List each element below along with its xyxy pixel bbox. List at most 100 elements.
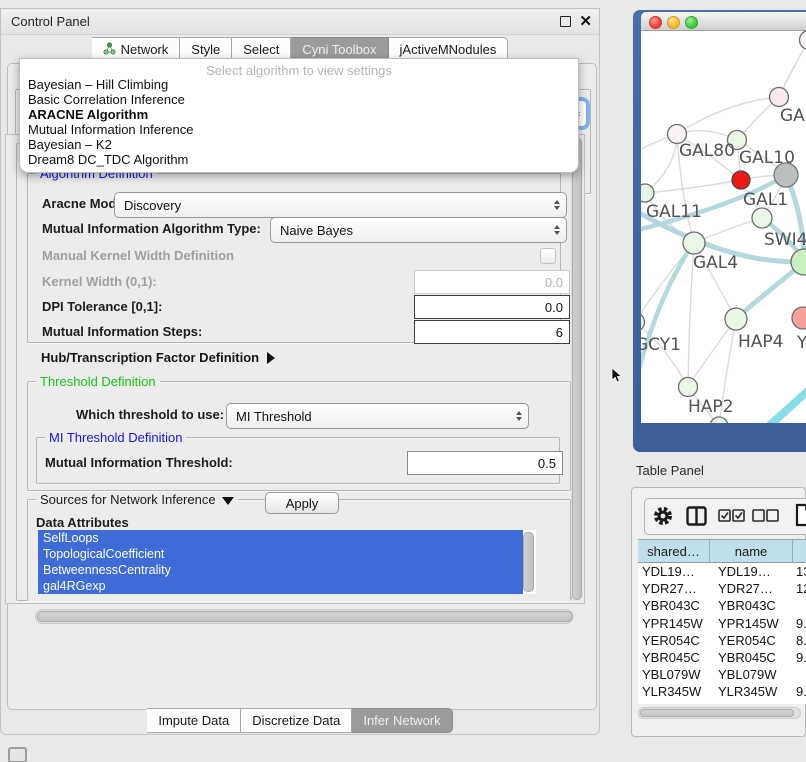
cell-name: YLR345W bbox=[710, 684, 793, 699]
table-row[interactable]: YBR045C YBR045C 9. bbox=[638, 649, 806, 666]
close-icon[interactable]: ✕ bbox=[579, 12, 592, 30]
network-node[interactable] bbox=[725, 308, 747, 330]
attribute-list-scrollbar[interactable] bbox=[523, 532, 534, 592]
dropdown-option[interactable]: Bayesian – Hill Climbing bbox=[20, 78, 578, 93]
zoom-traffic-light-icon[interactable] bbox=[685, 16, 698, 29]
attribute-list-item[interactable]: TopologicalCoefficient bbox=[38, 546, 523, 562]
tab[interactable]: Infer Network bbox=[352, 708, 452, 733]
kernel-width-label: Kernel Width (0,1): bbox=[42, 274, 157, 289]
mi-threshold-definition-group: MI Threshold Definition Mutual Informati… bbox=[36, 437, 560, 484]
minimize-traffic-light-icon[interactable] bbox=[667, 16, 680, 29]
table-row[interactable]: YLR345W YLR345W 9. bbox=[638, 683, 806, 700]
network-edge[interactable] bbox=[761, 390, 806, 423]
table-toolbar bbox=[644, 498, 806, 535]
network-node[interactable] bbox=[683, 232, 705, 254]
network-node-label: GAL7 bbox=[780, 106, 806, 126]
screen: Control Panel ✕ bbox=[0, 0, 806, 762]
tab-label: Style bbox=[191, 42, 220, 57]
column-header[interactable] bbox=[793, 540, 806, 562]
tab-label: Select bbox=[243, 42, 279, 57]
network-node[interactable] bbox=[770, 88, 789, 107]
kernel-width-field[interactable]: 0.0 bbox=[414, 270, 570, 294]
tab-label: jActiveMNodules bbox=[400, 42, 497, 57]
dropdown-option[interactable]: Mutual Information Inference bbox=[20, 123, 578, 138]
dropdown-option-label: ARACNE Algorithm bbox=[28, 107, 148, 122]
network-node-label: GAL4 bbox=[693, 253, 738, 273]
network-node[interactable] bbox=[752, 208, 772, 228]
manual-kernel-checkbox[interactable] bbox=[540, 248, 556, 264]
network-window-titlebar[interactable] bbox=[641, 12, 806, 31]
dpi-tolerance-field[interactable]: 0.0 bbox=[414, 295, 570, 319]
table-row[interactable]: YIL052C YIL052C 9 bbox=[638, 701, 806, 705]
dropdown-option[interactable]: Dream8 DC_TDC Algorithm bbox=[20, 153, 578, 168]
dropdown-option-label: Bayesian – Hill Climbing bbox=[28, 77, 168, 92]
cell-value: 9. bbox=[793, 616, 806, 631]
group-title: MI Threshold Definition bbox=[45, 430, 186, 445]
cell-shared-name: YDL19… bbox=[638, 564, 710, 579]
attribute-list-item[interactable]: SelfLoops bbox=[38, 530, 523, 546]
cell-value: 8. bbox=[793, 633, 806, 648]
network-node-label: Y bbox=[796, 333, 806, 353]
network-node[interactable] bbox=[792, 307, 806, 329]
dropdown-option[interactable]: Bayesian – K2 bbox=[20, 138, 578, 153]
attribute-name: gal4RGexp bbox=[43, 579, 106, 593]
hub-definition-expander[interactable]: Hub/Transcription Factor Definition bbox=[41, 350, 275, 365]
table-row[interactable]: YDL19… YDL19… 13 bbox=[638, 563, 806, 580]
aracne-mode-combobox[interactable]: Discovery bbox=[114, 192, 567, 218]
close-traffic-light-icon[interactable] bbox=[649, 16, 662, 29]
cell-shared-name: YER054C bbox=[638, 633, 710, 648]
table-row[interactable]: YBR043C YBR043C bbox=[638, 597, 806, 614]
tab[interactable]: Impute Data bbox=[147, 708, 241, 733]
table-row[interactable]: YPR145W YPR145W 9. bbox=[638, 615, 806, 632]
combo-spinner-icon bbox=[554, 225, 560, 235]
scrollbar-thumb[interactable] bbox=[640, 709, 794, 717]
network-graph[interactable]: GAL7GAL80GAL10GAL1GAL11SWI4GAL4GCY1HAP4Y… bbox=[641, 31, 806, 423]
algorithm-definition-group: Algorithm Definition Aracne Mode: Discov… bbox=[27, 173, 561, 343]
network-node[interactable] bbox=[800, 31, 806, 50]
cell-name: YBL079W bbox=[710, 667, 793, 682]
cell-value: 13 bbox=[793, 564, 806, 579]
collapse-down-icon bbox=[222, 497, 234, 505]
network-node[interactable] bbox=[641, 184, 654, 202]
table-row[interactable]: YDR27… YDR27… 12 bbox=[638, 580, 806, 597]
dropdown-option[interactable]: ARACNE Algorithm bbox=[20, 108, 578, 123]
table-row[interactable]: YBL079W YBL079W bbox=[638, 666, 806, 683]
settings-scroll-viewport: Cyni Algorithm Settings Algorithm Defini… bbox=[5, 134, 585, 604]
deselect-all-columns-icon[interactable] bbox=[752, 509, 779, 527]
attribute-name: TopologicalCoefficient bbox=[43, 547, 164, 561]
network-edge[interactable] bbox=[645, 180, 741, 193]
dropdown-option[interactable]: Basic Correlation Inference bbox=[20, 93, 578, 108]
cell-shared-name: YBR043C bbox=[638, 598, 710, 613]
network-node[interactable] bbox=[732, 171, 750, 189]
dock-panel-icon[interactable] bbox=[8, 747, 27, 762]
which-threshold-combobox[interactable]: MI Threshold bbox=[226, 403, 529, 429]
network-node[interactable] bbox=[679, 378, 698, 397]
mi-steps-field[interactable]: 6 bbox=[414, 320, 570, 344]
mi-threshold-field[interactable]: 0.5 bbox=[407, 451, 563, 475]
table-row[interactable]: YER054C YER054C 8. bbox=[638, 632, 806, 649]
mi-type-label: Mutual Information Algorithm Type: bbox=[42, 221, 261, 236]
threshold-definition-group: Threshold Definition Which threshold to … bbox=[27, 381, 571, 491]
network-canvas[interactable]: GAL7GAL80GAL10GAL1GAL11SWI4GAL4GCY1HAP4Y… bbox=[641, 31, 806, 423]
combo-spinner-icon bbox=[516, 411, 522, 421]
column-header[interactable]: name bbox=[710, 540, 793, 562]
mi-threshold-value: 0.5 bbox=[538, 456, 556, 471]
float-panel-icon[interactable] bbox=[560, 16, 571, 27]
network-edge[interactable] bbox=[677, 97, 779, 134]
settings-gear-icon[interactable] bbox=[652, 505, 674, 532]
new-document-icon[interactable] bbox=[795, 503, 806, 532]
tab[interactable]: Discretize Data bbox=[241, 708, 352, 733]
scrollbar-thumb[interactable] bbox=[572, 138, 582, 600]
dropdown-options: Bayesian – Hill Climbing Basic Correlati… bbox=[20, 78, 578, 167]
scrollbar-thumb[interactable] bbox=[37, 611, 573, 622]
cell-value: 12 bbox=[793, 581, 806, 596]
network-edge[interactable] bbox=[688, 319, 736, 387]
attribute-list-item[interactable]: BetweennessCentrality bbox=[38, 562, 523, 578]
split-columns-icon[interactable] bbox=[686, 506, 707, 531]
select-all-columns-icon[interactable] bbox=[718, 509, 745, 527]
apply-button[interactable]: Apply bbox=[265, 492, 339, 514]
attribute-list-item[interactable]: gal4RGexp bbox=[38, 578, 523, 594]
network-node-label: GAL80 bbox=[679, 141, 735, 161]
mi-type-combobox[interactable]: Naive Bayes bbox=[270, 217, 567, 243]
column-header[interactable]: shared… bbox=[638, 540, 710, 562]
